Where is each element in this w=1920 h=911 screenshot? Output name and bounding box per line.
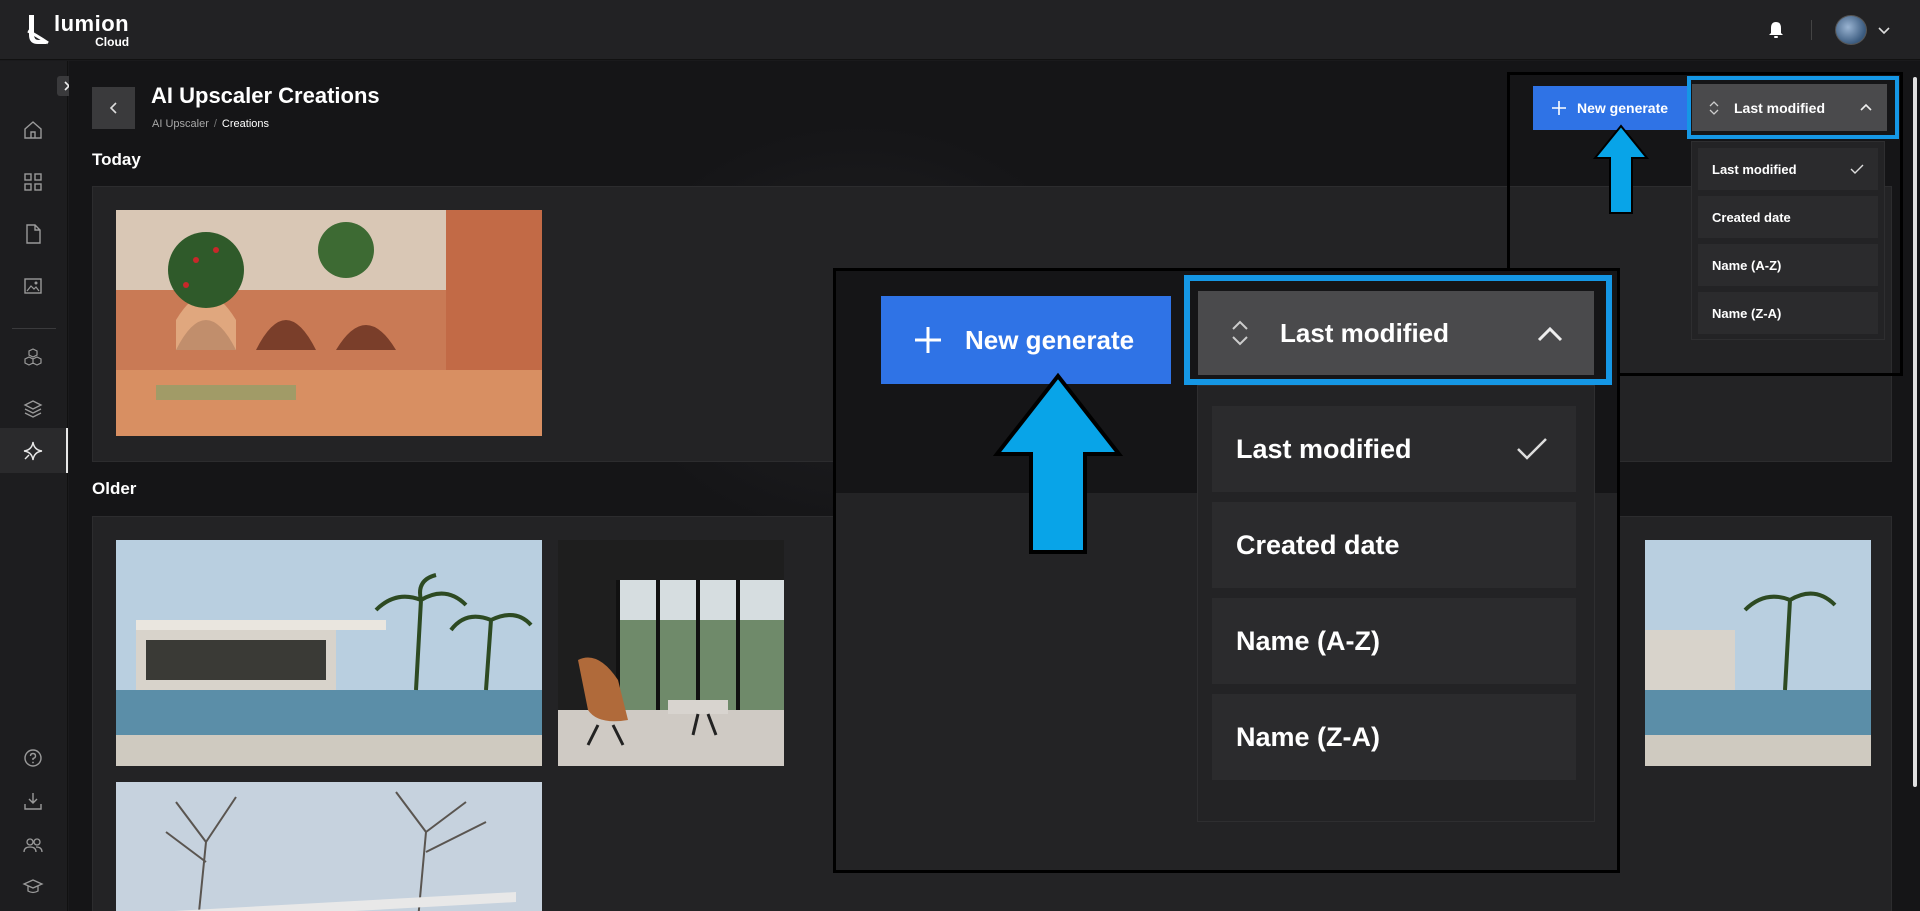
new-generate-button-zoomed[interactable]: New generate — [881, 296, 1171, 384]
grid-icon[interactable] — [22, 171, 44, 193]
sparkle-icon[interactable] — [22, 440, 44, 462]
chevron-left-icon — [109, 102, 117, 114]
lumion-logo[interactable]: lumion Cloud — [26, 13, 129, 48]
cubes-icon[interactable] — [22, 346, 44, 368]
creation-thumbnail[interactable] — [1645, 540, 1871, 766]
bell-icon[interactable] — [1766, 20, 1786, 40]
up-arrow-icon — [993, 372, 1123, 554]
back-button[interactable] — [92, 87, 135, 129]
home-icon[interactable] — [22, 119, 44, 141]
avatar[interactable] — [1835, 15, 1867, 45]
file-icon[interactable] — [22, 223, 44, 245]
layers-icon[interactable] — [22, 398, 44, 420]
page-title: AI Upscaler Creations — [151, 83, 380, 108]
plus-icon — [915, 327, 941, 353]
up-arrow-icon — [1593, 124, 1649, 214]
sidebar — [0, 61, 68, 911]
top-bar: lumion Cloud — [0, 0, 1920, 60]
users-icon[interactable] — [22, 834, 44, 856]
sort-option-name-az-zoomed[interactable]: Name (A-Z) — [1212, 598, 1576, 684]
image-folder-icon[interactable] — [22, 275, 44, 297]
header-divider — [1811, 20, 1812, 40]
section-heading-today: Today — [92, 150, 141, 169]
creation-thumbnail[interactable] — [558, 540, 784, 766]
help-icon[interactable] — [22, 747, 44, 769]
sidebar-divider — [12, 328, 56, 329]
sort-highlight-box-zoomed — [1184, 275, 1612, 385]
lumion-logo-icon — [27, 15, 49, 45]
chevron-down-icon[interactable] — [1876, 22, 1892, 38]
sort-option-name-za-zoomed[interactable]: Name (Z-A) — [1212, 694, 1576, 780]
scrollbar[interactable] — [1913, 77, 1917, 787]
creation-thumbnail[interactable] — [116, 210, 542, 436]
zoom-inset: New generate Last modified Last modified… — [833, 268, 1620, 873]
breadcrumb-item-creations: Creations — [221, 118, 269, 130]
creation-thumbnail[interactable] — [116, 782, 542, 911]
creation-thumbnail[interactable] — [116, 540, 542, 766]
check-icon — [1517, 438, 1547, 460]
graduation-cap-icon[interactable] — [22, 876, 44, 898]
breadcrumb: AI Upscaler / Creations — [152, 118, 269, 130]
sort-option-created-date-zoomed[interactable]: Created date — [1212, 502, 1576, 588]
download-icon[interactable] — [22, 790, 44, 812]
new-generate-label-zoomed: New generate — [965, 324, 1135, 355]
section-heading-older: Older — [92, 479, 137, 498]
breadcrumb-item-ai-upscaler[interactable]: AI Upscaler — [152, 118, 209, 130]
brand-sub: Cloud — [95, 35, 130, 49]
sort-option-last-modified-zoomed[interactable]: Last modified — [1212, 406, 1576, 492]
brand-name: lumion — [54, 11, 130, 36]
sort-dropdown-menu-zoomed: Last modified Created date Name (A-Z) Na… — [1197, 385, 1595, 822]
